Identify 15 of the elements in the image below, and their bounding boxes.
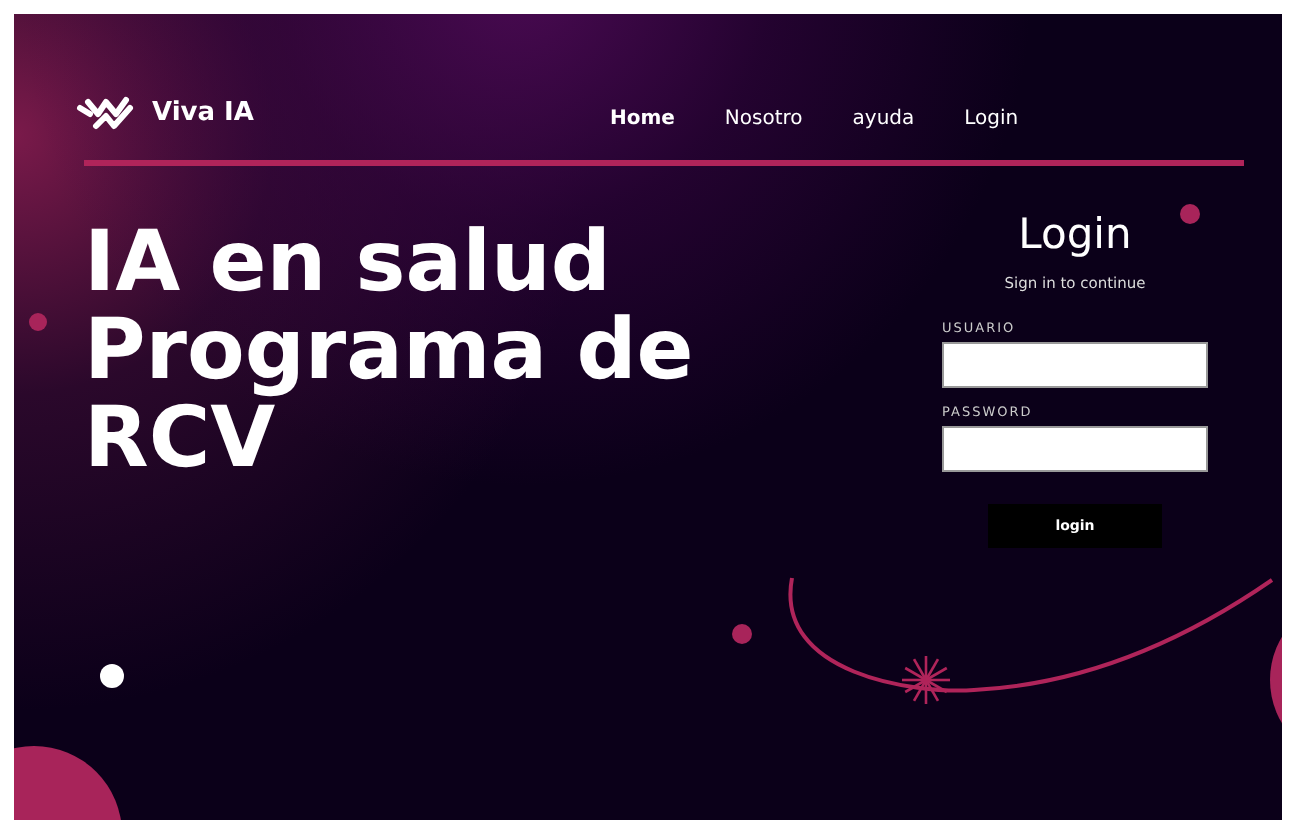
star-icon <box>902 656 950 704</box>
input-field[interactable] <box>942 426 1208 472</box>
nav-link[interactable]: ayuda <box>852 108 915 130</box>
dot <box>1180 204 1200 224</box>
login-title: Login <box>1018 210 1132 258</box>
dot <box>29 313 47 331</box>
dot <box>100 664 124 688</box>
nav-link[interactable]: Nosotro <box>724 108 803 130</box>
brand-name: Viva IA <box>152 97 254 127</box>
logo-icon <box>76 94 136 130</box>
nav-link[interactable]: Login <box>964 108 1019 130</box>
hero-title: IA en salud Programa de RCV <box>84 218 694 490</box>
dot <box>732 624 752 644</box>
input-field[interactable] <box>942 342 1208 388</box>
nav-link[interactable]: Home <box>609 108 675 130</box>
